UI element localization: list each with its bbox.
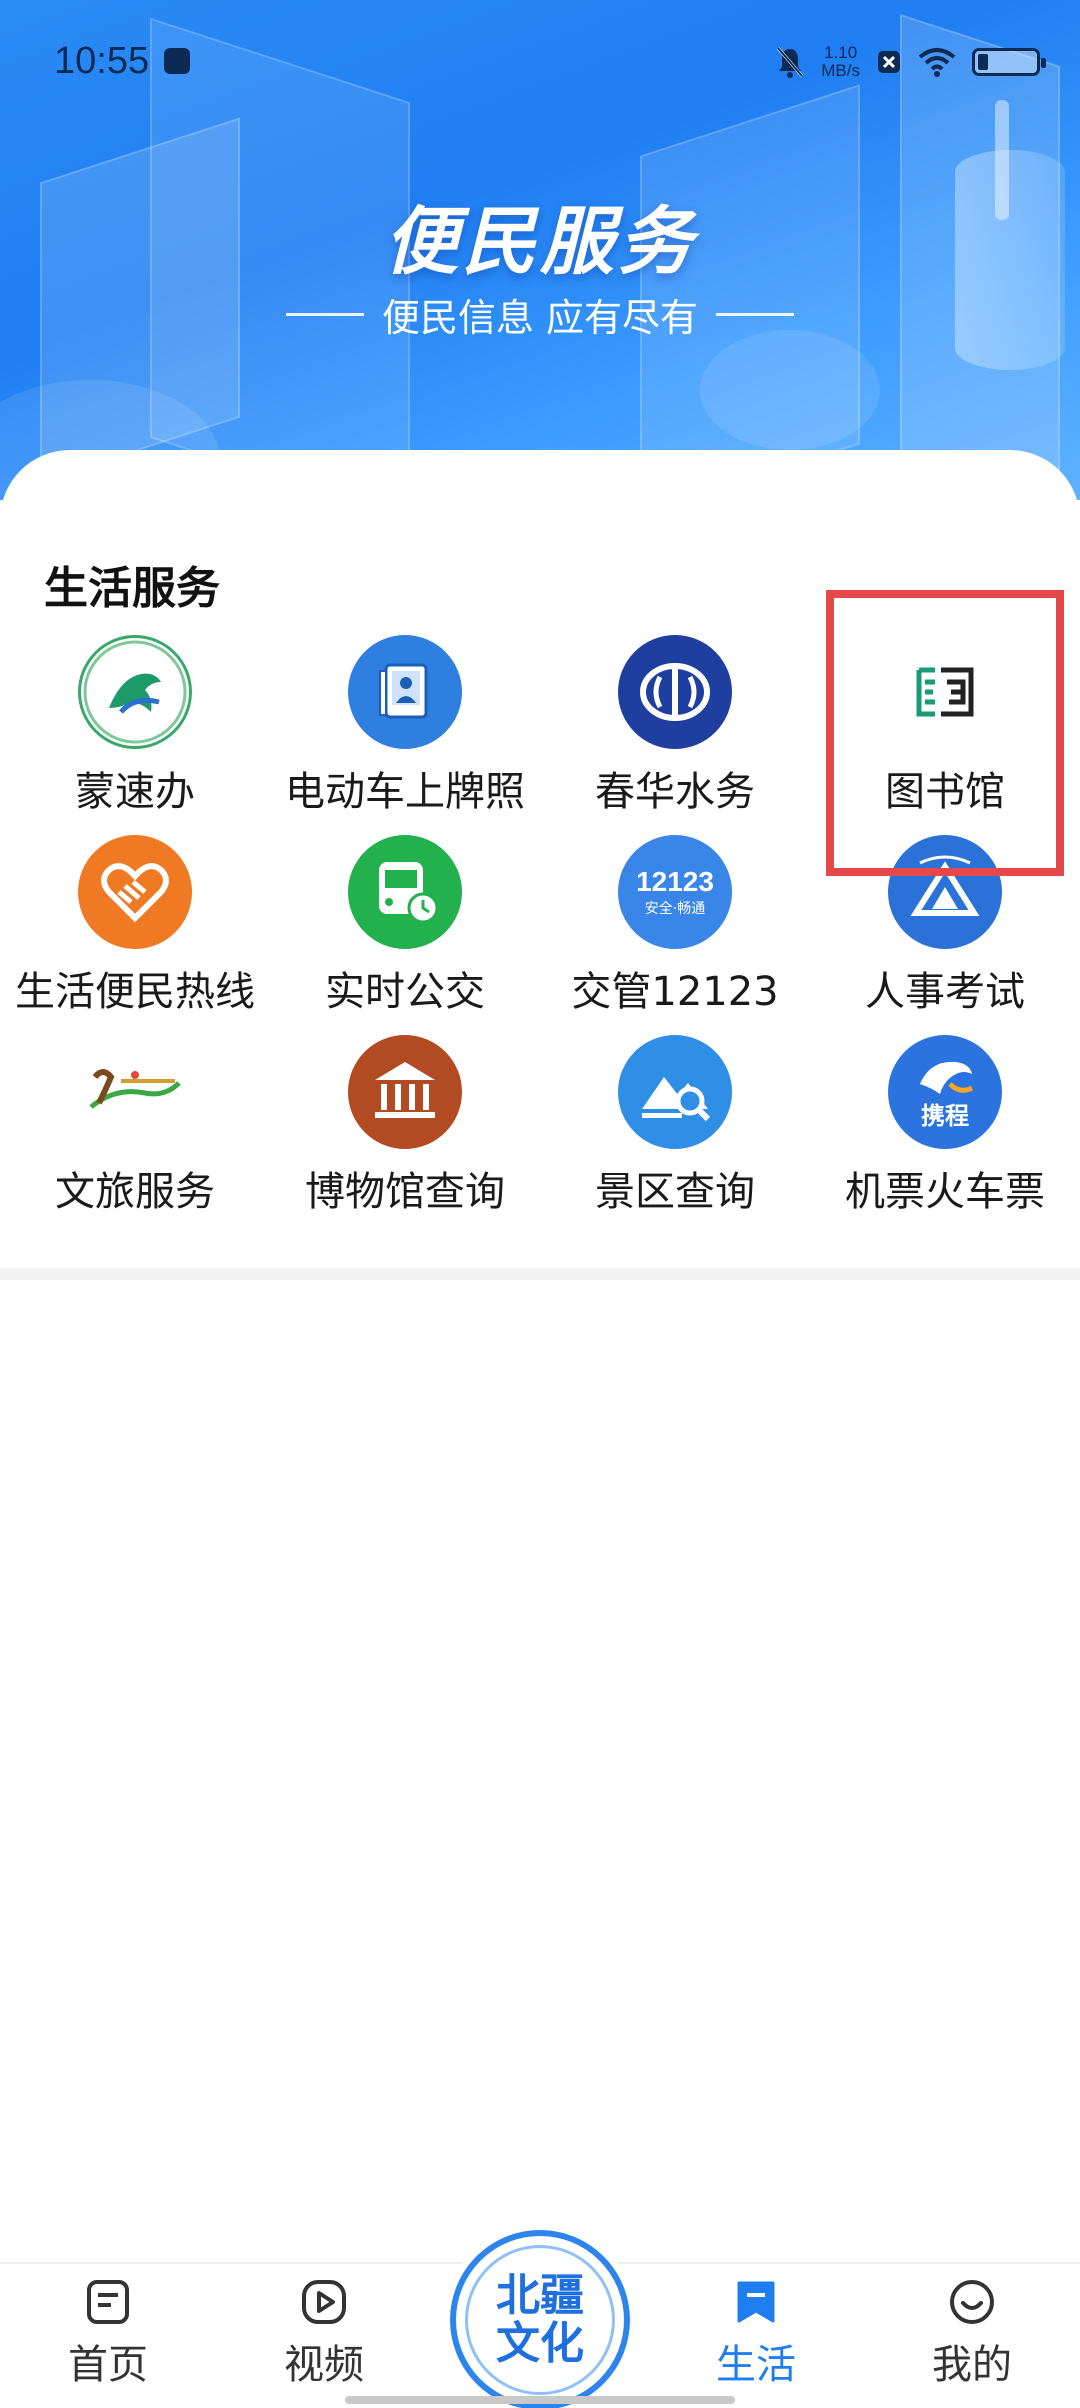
center-logo: 北疆 文化 — [465, 2245, 615, 2395]
status-icons: 1.10 MB/s — [775, 40, 1046, 84]
subtitle-divider — [716, 313, 795, 316]
museum-icon — [348, 1035, 462, 1149]
highlight-box — [826, 590, 1064, 876]
service-traffic-12123[interactable]: 12123 安全·畅通 交管12123 — [540, 835, 810, 1025]
scenic-search-icon — [618, 1035, 732, 1149]
traffic-12123-icon: 12123 安全·畅通 — [618, 835, 732, 949]
battery-icon — [972, 48, 1046, 76]
traffic-slogan-text: 安全·畅通 — [644, 901, 706, 917]
banner-title: 便民服务 — [384, 199, 696, 285]
nav-home[interactable]: 首页 — [28, 2278, 188, 2390]
service-museum[interactable]: 博物馆查询 — [270, 1035, 540, 1225]
nav-label: 生活 — [716, 2342, 796, 2388]
nav-label: 我的 — [932, 2342, 1012, 2388]
service-bus[interactable]: 实时公交 — [270, 835, 540, 1025]
center-culture-button[interactable]: 北疆 文化 — [450, 2230, 630, 2408]
bookmark-icon — [732, 2278, 780, 2326]
service-label: 电动车上牌照 — [285, 769, 525, 815]
header-banner: 10:55 1.10 MB/s 便民服务 便民信息 应有尽有 — [0, 0, 1080, 500]
banner-subtitle: 便民信息 应有尽有 — [0, 287, 1080, 342]
service-culture-tourism[interactable]: 文旅服务 — [0, 1035, 270, 1225]
mute-bell-icon — [777, 47, 804, 78]
bus-clock-icon — [348, 835, 462, 949]
nav-video[interactable]: 视频 — [244, 2278, 404, 2390]
banner-blob-decor — [700, 330, 880, 450]
center-logo-line1: 北疆 — [496, 2270, 584, 2321]
service-mengsuban[interactable]: 蒙速办 — [0, 635, 270, 825]
wifi-icon — [918, 48, 956, 77]
service-ev-license[interactable]: 电动车上牌照 — [270, 635, 540, 825]
service-label: 景区查询 — [595, 1169, 755, 1215]
mengsuban-logo-icon — [78, 635, 192, 749]
service-label: 春华水务 — [595, 769, 755, 815]
service-label: 交管12123 — [571, 969, 779, 1015]
ctrip-dolphin-icon: 携程 — [888, 1035, 1002, 1149]
nav-label: 首页 — [68, 2342, 148, 2388]
license-card-icon — [348, 635, 462, 749]
subtitle-divider — [285, 313, 364, 316]
smile-profile-icon — [948, 2278, 996, 2326]
ctrip-text: 携程 — [921, 1101, 969, 1130]
home-indicator[interactable] — [345, 2396, 735, 2404]
service-water[interactable]: 春华水务 — [540, 635, 810, 825]
service-hotline[interactable]: 生活便民热线 — [0, 835, 270, 1025]
service-label: 生活便民热线 — [15, 969, 255, 1015]
home-document-icon — [84, 2278, 132, 2326]
center-logo-line2: 文化 — [496, 2318, 584, 2369]
service-label: 博物馆查询 — [305, 1169, 505, 1215]
service-label: 文旅服务 — [55, 1169, 215, 1215]
network-speed: 1.10 MB/s — [821, 44, 860, 80]
culture-tourism-logo-icon — [78, 1035, 192, 1149]
banner-subtitle-text: 便民信息 应有尽有 — [381, 296, 699, 340]
network-speed-unit: MB/s — [821, 61, 860, 80]
traffic-number-text: 12123 — [636, 866, 714, 897]
status-bar: 10:55 1.10 MB/s — [0, 0, 1080, 120]
sim-off-icon — [878, 51, 900, 73]
service-label: 实时公交 — [325, 969, 485, 1015]
nav-life[interactable]: 生活 — [676, 2278, 836, 2390]
service-tickets[interactable]: 携程 机票火车票 — [810, 1035, 1080, 1225]
network-speed-value: 1.10 — [824, 43, 858, 62]
section-divider — [0, 1268, 1080, 1280]
video-play-icon — [300, 2278, 348, 2326]
handshake-heart-icon — [78, 835, 192, 949]
nav-label: 视频 — [284, 2342, 364, 2388]
service-scenic[interactable]: 景区查询 — [540, 1035, 810, 1225]
service-label: 机票火车票 — [845, 1169, 1045, 1215]
nav-profile[interactable]: 我的 — [892, 2278, 1052, 2390]
service-label: 蒙速办 — [75, 769, 195, 815]
service-label: 人事考试 — [865, 969, 1025, 1015]
section-title: 生活服务 — [44, 563, 220, 614]
status-time: 10:55 — [54, 40, 150, 82]
app-notification-icon — [164, 48, 190, 74]
water-service-icon — [618, 635, 732, 749]
